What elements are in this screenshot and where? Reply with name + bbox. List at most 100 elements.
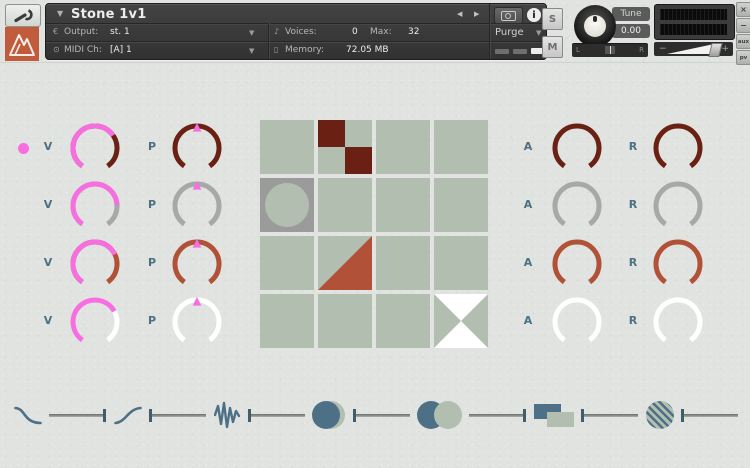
midi-channel-value[interactable]: [A] 1 <box>110 45 132 55</box>
instrument-title[interactable]: Stone 1v1 <box>71 7 146 22</box>
close-button[interactable]: × <box>736 2 750 17</box>
voices-label: Voices: <box>285 27 317 37</box>
volume-knob-layer-2-arc <box>69 180 121 232</box>
overlap-circles-slider[interactable] <box>469 408 526 423</box>
volume-knob-layer-1[interactable] <box>69 122 121 174</box>
tune-value[interactable]: 0.00 <box>612 24 650 38</box>
grid-cell-r2c4[interactable] <box>434 178 488 232</box>
grid-cell-r4c4[interactable] <box>434 294 488 348</box>
release-knob-layer-4[interactable] <box>652 296 704 348</box>
snapshot-camera-button[interactable] <box>494 7 523 24</box>
purge-button[interactable]: Purge <box>495 27 524 38</box>
release-knob-layer-1-arc <box>652 122 704 174</box>
edit-wrench-button[interactable] <box>5 4 41 27</box>
moon-phase-slider[interactable] <box>353 408 410 423</box>
pan-handle-mark <box>610 46 611 54</box>
grid-cell-r1c3[interactable] <box>376 120 430 174</box>
midi-dropdown-icon[interactable]: ▼ <box>249 47 254 55</box>
divider <box>46 41 546 42</box>
output-value[interactable]: st. 1 <box>110 27 130 37</box>
grid-cell-r2c3[interactable] <box>376 178 430 232</box>
grid-cell-r3c1[interactable] <box>260 236 314 290</box>
light-rect <box>547 412 574 427</box>
output-routing-icon: € <box>53 27 58 36</box>
meter-right-channel <box>660 24 727 35</box>
grid-cell-r3c2[interactable] <box>318 236 372 290</box>
pan-knob-layer-3[interactable] <box>171 238 223 290</box>
collapse-arrow-icon[interactable]: ▼ <box>57 9 63 18</box>
grid-cell-r4c1[interactable] <box>260 294 314 348</box>
solo-button[interactable]: S <box>542 8 563 30</box>
slider-tick[interactable] <box>103 409 106 422</box>
attack-curve-icon <box>114 404 142 426</box>
instrument-logo <box>5 27 39 61</box>
next-instrument-icon[interactable]: ▶ <box>474 10 479 18</box>
grid-cell-r3c4[interactable] <box>434 236 488 290</box>
output-dropdown-icon[interactable]: ▼ <box>249 29 254 37</box>
grid-cell-r4c3[interactable] <box>376 294 430 348</box>
grid-cell-r2c2[interactable] <box>318 178 372 232</box>
volume-plus-label: + <box>721 44 729 54</box>
pan-knob-layer-2[interactable] <box>171 180 223 232</box>
grid-cell-r1c2[interactable] <box>318 120 372 174</box>
volume-slider[interactable]: − + <box>654 42 733 56</box>
slider-track <box>681 414 738 417</box>
waveform-slider[interactable] <box>248 408 305 423</box>
tune-knob[interactable] <box>574 5 616 47</box>
pan-slider[interactable]: L R <box>572 43 648 57</box>
grid-cell-r2c1[interactable] <box>260 178 314 232</box>
attack-knob-layer-3[interactable] <box>551 238 603 290</box>
decay-slider[interactable] <box>49 408 106 423</box>
cell-hourglass-shape <box>434 294 488 348</box>
purge-indicator-bar <box>513 49 527 54</box>
slider-tick[interactable] <box>581 409 584 422</box>
pan-knob-layer-4[interactable] <box>171 296 223 348</box>
max-voices-value[interactable]: 32 <box>408 27 419 37</box>
pan-left-label: L <box>576 46 580 54</box>
kontakt-header: ▼ Stone 1v1 ◀ ▶ i € Output: st. 1 ▼ ⊙ MI… <box>0 0 750 63</box>
volume-knob-layer-3[interactable] <box>69 238 121 290</box>
prev-instrument-icon[interactable]: ◀ <box>457 10 462 18</box>
slider-tick[interactable] <box>149 409 152 422</box>
hatched-circle-icon <box>646 401 674 429</box>
attack-knob-layer-1[interactable] <box>551 122 603 174</box>
tune-knob-pointer <box>593 16 597 22</box>
slider-tick[interactable] <box>353 409 356 422</box>
attack-knob-layer-2[interactable] <box>551 180 603 232</box>
waveform-icon <box>214 400 241 430</box>
volume-handle[interactable] <box>708 43 722 57</box>
pan-handle[interactable] <box>605 46 615 54</box>
memory-icon: ▯ <box>274 45 278 54</box>
slider-track <box>353 414 410 417</box>
release-knob-layer-2[interactable] <box>652 180 704 232</box>
minimize-button[interactable]: − <box>736 18 750 33</box>
volume-label-layer-3: V <box>41 256 55 269</box>
hatched-circle-slider[interactable] <box>681 408 738 423</box>
mute-button[interactable]: M <box>542 36 563 58</box>
attack-knob-layer-4[interactable] <box>551 296 603 348</box>
volume-knob-layer-4[interactable] <box>69 296 121 348</box>
info-button[interactable]: i <box>527 8 541 22</box>
volume-label-layer-2: V <box>41 198 55 211</box>
attack-knob-layer-1-arc <box>551 122 603 174</box>
volume-knob-layer-2[interactable] <box>69 180 121 232</box>
purge-dropdown-icon[interactable]: ▼ <box>536 29 541 37</box>
grid-cell-r1c4[interactable] <box>434 120 488 174</box>
pan-right-label: R <box>639 46 644 54</box>
release-knob-layer-1[interactable] <box>652 122 704 174</box>
attack-slider[interactable] <box>149 408 206 423</box>
overlap-rects-slider[interactable] <box>581 408 638 423</box>
grid-cell-r3c3[interactable] <box>376 236 430 290</box>
slider-tick[interactable] <box>248 409 251 422</box>
grid-cell-r1c1[interactable] <box>260 120 314 174</box>
waveform-icon <box>214 400 241 430</box>
slider-tick[interactable] <box>681 409 684 422</box>
grid-cell-r4c2[interactable] <box>318 294 372 348</box>
pan-knob-layer-1[interactable] <box>171 122 223 174</box>
divider <box>268 23 269 59</box>
cell-circle-shape <box>265 183 309 227</box>
slider-tick[interactable] <box>523 409 526 422</box>
aux-button[interactable]: aux <box>736 34 750 49</box>
release-knob-layer-2-arc <box>652 180 704 232</box>
release-knob-layer-3[interactable] <box>652 238 704 290</box>
